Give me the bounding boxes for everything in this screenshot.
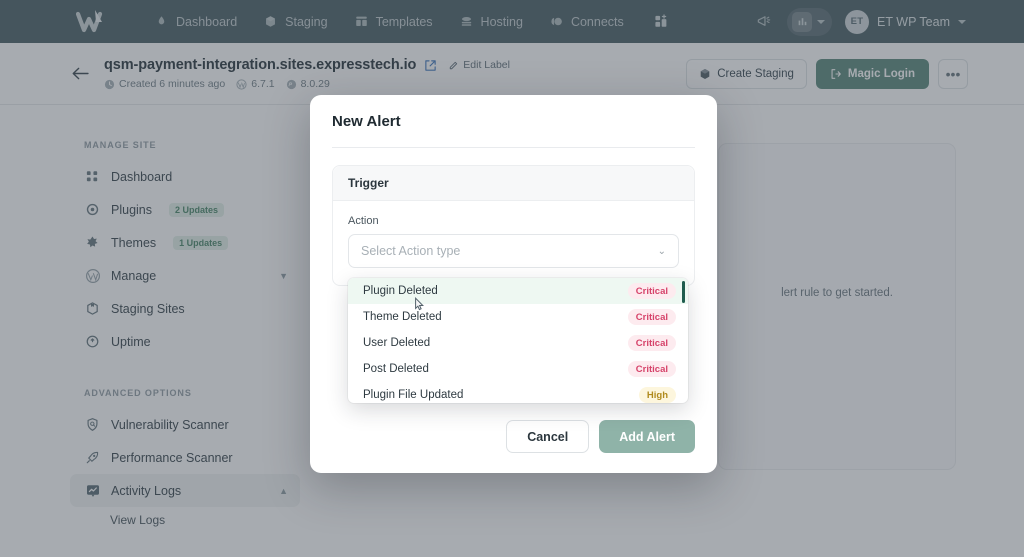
action-field-label: Action [348, 215, 379, 227]
trigger-panel: Trigger Action Select Action type ⌄ Plug… [332, 165, 695, 403]
chevron-down-icon: ⌄ [657, 245, 666, 257]
dropdown-option-label: Theme Deleted [363, 311, 442, 323]
dropdown-option-theme-deleted[interactable]: Theme Deleted Critical [348, 304, 688, 330]
severity-badge: High [638, 387, 676, 403]
action-type-placeholder: Select Action type [361, 244, 461, 258]
action-type-select[interactable]: Select Action type ⌄ [348, 234, 679, 268]
add-alert-button[interactable]: Add Alert [599, 420, 695, 453]
dropdown-scroll-area[interactable]: Plugin Deleted Critical Theme Deleted Cr… [348, 278, 688, 403]
dropdown-option-label: User Deleted [363, 337, 431, 349]
modal-footer: Cancel Add Alert [310, 420, 717, 473]
severity-badge: Critical [627, 361, 676, 377]
trigger-panel-body: Action Select Action type ⌄ Plugin Delet… [333, 201, 694, 403]
modal-title: New Alert [332, 113, 401, 130]
severity-badge: Critical [627, 335, 676, 351]
severity-badge: Critical [627, 283, 676, 299]
new-alert-modal: New Alert Trigger Action Select Action t… [310, 95, 717, 473]
trigger-panel-title: Trigger [333, 166, 694, 201]
dropdown-scrollbar-thumb[interactable] [682, 281, 685, 303]
cancel-button[interactable]: Cancel [506, 420, 590, 453]
dropdown-option-plugin-file-updated[interactable]: Plugin File Updated High [348, 382, 688, 403]
dropdown-option-label: Post Deleted [363, 363, 429, 375]
dropdown-option-label: Plugin File Updated [363, 389, 464, 401]
dropdown-option-plugin-deleted[interactable]: Plugin Deleted Critical [348, 278, 688, 304]
dropdown-option-label: Plugin Deleted [363, 285, 438, 297]
dropdown-option-post-deleted[interactable]: Post Deleted Critical [348, 356, 688, 382]
severity-badge: Critical [627, 309, 676, 325]
action-type-dropdown[interactable]: Plugin Deleted Critical Theme Deleted Cr… [348, 278, 688, 403]
modal-body: Trigger Action Select Action type ⌄ Plug… [310, 148, 717, 420]
app-root: Dashboard Staging Templates Hosting Conn… [0, 0, 1024, 557]
dropdown-option-user-deleted[interactable]: User Deleted Critical [348, 330, 688, 356]
modal-header: New Alert [310, 95, 717, 148]
